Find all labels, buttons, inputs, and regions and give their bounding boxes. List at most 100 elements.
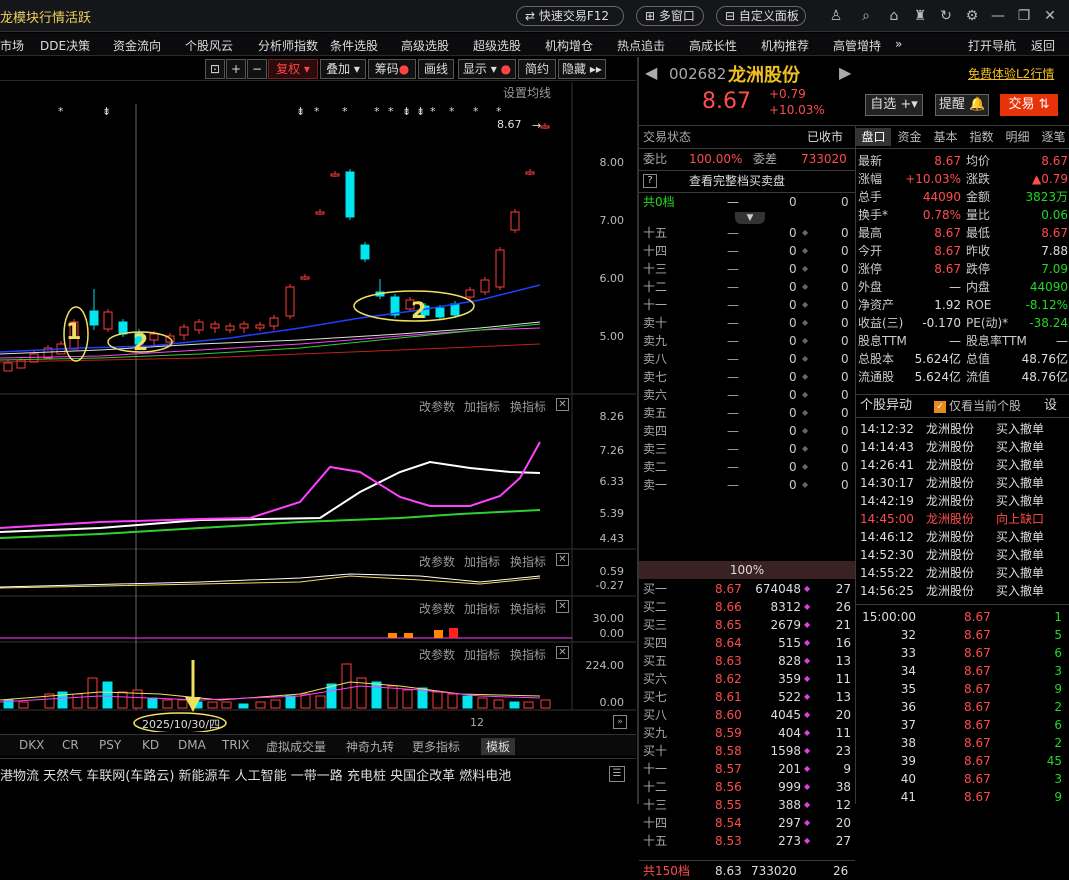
anomaly-type: 向上缺口 — [996, 512, 1045, 526]
ticker-menu-icon[interactable]: ☰ — [609, 766, 625, 782]
panel2-close-icon[interactable]: ✕ — [556, 398, 569, 411]
quote-tab[interactable]: 基本 — [928, 128, 963, 146]
user-icon[interactable]: ♙ — [826, 6, 846, 26]
panel4-add-indicator[interactable]: 加指标 — [464, 600, 500, 617]
current-only-checkbox[interactable]: ✓ — [934, 401, 946, 413]
chart-area[interactable]: * ⇟ ⇟ * * * * ⇟ ⇟ * * * * → 设置均线 8.67 8.00 7.00 6.00 … — [0, 82, 636, 732]
restore-icon[interactable]: ❐ — [1014, 6, 1034, 26]
alert-button[interactable]: 提醒 🔔 — [935, 94, 989, 116]
next-stock-icon[interactable]: ▶ — [839, 63, 851, 82]
menu-exec-add[interactable]: 高管增持 — [833, 37, 881, 54]
scroll-right-icon[interactable]: » — [613, 715, 627, 729]
quote-tab[interactable]: 逐笔 — [1036, 128, 1069, 146]
full-book-link[interactable]: 查看完整档买卖盘 — [689, 172, 785, 190]
panel2-swap-indicator[interactable]: 换指标 — [510, 398, 546, 415]
stat-label: 金额 — [966, 190, 991, 204]
panel3-swap-indicator[interactable]: 换指标 — [510, 553, 546, 570]
lock-icon[interactable]: ⊡ — [205, 59, 225, 79]
quick-trade-button[interactable]: ⇄ 快速交易F12 — [516, 6, 624, 26]
quote-tab[interactable]: 资金 — [892, 128, 927, 146]
multi-window-button[interactable]: ⊞ 多窗口 — [636, 6, 704, 26]
buy-level-dot: ◆ — [804, 782, 811, 791]
add-watchlist-button[interactable]: 自选 +▾ — [865, 94, 923, 116]
panel5-swap-indicator[interactable]: 换指标 — [510, 646, 546, 663]
tab-magic-nine[interactable]: 神奇九转 — [346, 738, 394, 755]
draw-line-button[interactable]: 画线 — [418, 59, 454, 79]
zoom-out-icon[interactable]: − — [247, 59, 267, 79]
l2-trial-link[interactable]: 免费体验L2行情 — [968, 65, 1054, 82]
minimize-icon[interactable]: — — [988, 6, 1008, 26]
settings-icon[interactable]: ⚙ — [962, 6, 982, 26]
sell-level-count: 0 — [841, 280, 849, 294]
menu-super[interactable]: 超级选股 — [473, 37, 521, 54]
panel4-edit-params[interactable]: 改参数 — [419, 600, 455, 617]
tick-volume: 9 — [1054, 682, 1062, 696]
prev-stock-icon[interactable]: ◀ — [645, 63, 657, 82]
tab-dma[interactable]: DMA — [178, 738, 206, 752]
hide-button[interactable]: 隐藏 ▸▸ — [558, 59, 606, 79]
help-icon[interactable]: ? — [643, 174, 657, 188]
simple-button[interactable]: 简约 — [518, 59, 556, 79]
tab-cr[interactable]: CR — [62, 738, 79, 752]
tab-kd[interactable]: KD — [142, 738, 159, 752]
tab-dkx[interactable]: DKX — [19, 738, 44, 752]
panel3-close-icon[interactable]: ✕ — [556, 553, 569, 566]
custom-panel-button[interactable]: ⊟ 自定义面板 — [716, 6, 806, 26]
panel5-edit-params[interactable]: 改参数 — [419, 646, 455, 663]
tab-more-indicators[interactable]: 更多指标 — [412, 738, 460, 755]
panel3-edit-params[interactable]: 改参数 — [419, 553, 455, 570]
trade-button[interactable]: 交易 ⇅ — [1000, 94, 1058, 116]
panel4-swap-indicator[interactable]: 换指标 — [510, 600, 546, 617]
menu-navigation[interactable]: 打开导航 — [968, 37, 1016, 54]
stat-value: 5.624亿 — [914, 352, 961, 366]
menu-inst-rec[interactable]: 机构推荐 — [761, 37, 809, 54]
menu-condition[interactable]: 条件选股 — [330, 37, 378, 54]
menu-inst-add[interactable]: 机构增仓 — [545, 37, 593, 54]
menu-hotspot[interactable]: 热点追击 — [617, 37, 665, 54]
anomaly-settings[interactable]: 设 — [1044, 397, 1057, 415]
tab-psy[interactable]: PSY — [99, 738, 121, 752]
restore-rights-button[interactable]: 复权 ▾ — [268, 59, 318, 79]
panel2-add-indicator[interactable]: 加指标 — [464, 398, 500, 415]
overlay-button[interactable]: 叠加 ▾ — [320, 59, 366, 79]
menu-stock-risk[interactable]: 个股风云 — [185, 37, 233, 54]
display-button[interactable]: 显示 ▾ ● — [458, 59, 516, 79]
tab-virtual-volume[interactable]: 虚拟成交量 — [266, 738, 326, 755]
quote-tab[interactable]: 盘口 — [856, 128, 891, 146]
chips-button[interactable]: 筹码● — [368, 59, 416, 79]
search-icon[interactable]: ⌕ — [856, 6, 876, 26]
panel2-edit-params[interactable]: 改参数 — [419, 398, 455, 415]
menu-market[interactable]: 市场 — [0, 37, 24, 54]
panel4-close-icon[interactable]: ✕ — [556, 600, 569, 613]
footer-count: 26 — [833, 864, 849, 878]
close-icon[interactable]: ✕ — [1040, 6, 1060, 26]
quote-tab[interactable]: 明细 — [1000, 128, 1035, 146]
panel5-add-indicator[interactable]: 加指标 — [464, 646, 500, 663]
panel5-close-icon[interactable]: ✕ — [556, 646, 569, 659]
ma-setting-link[interactable]: 设置均线 — [503, 84, 551, 101]
menu-fund-flow[interactable]: 资金流向 — [113, 37, 161, 54]
tab-trix[interactable]: TRIX — [222, 738, 249, 752]
menu-advanced[interactable]: 高级选股 — [401, 37, 449, 54]
menu-growth[interactable]: 高成长性 — [689, 37, 737, 54]
stat-label: 最高 — [858, 226, 883, 240]
menu-analyst[interactable]: 分析师指数 — [258, 37, 318, 54]
menu-more[interactable]: » — [895, 37, 902, 51]
quote-tab[interactable]: 指数 — [964, 128, 999, 146]
menu-dde[interactable]: DDE决策 — [40, 37, 90, 54]
shirt-icon[interactable]: ♜ — [910, 6, 930, 26]
sell-level-volume: 0 — [789, 478, 797, 492]
volume-bar — [477, 697, 488, 709]
menu-back[interactable]: 返回 — [1031, 37, 1055, 54]
home-icon[interactable]: ⌂ — [884, 6, 904, 26]
trade-label: 交易 — [1008, 97, 1035, 112]
menu-bar: 市场 DDE决策 资金流向 个股风云 分析师指数 条件选股 高级选股 超级选股 … — [0, 33, 1069, 56]
panel3-add-indicator[interactable]: 加指标 — [464, 553, 500, 570]
concept-ticker[interactable]: 港物流 天然气 车联网(车路云) 新能源车 人工智能 一带一路 充电桩 央国企改… — [0, 758, 636, 804]
sell-level-dot: ◆ — [802, 282, 809, 291]
collapse-icon[interactable]: ▼ — [735, 212, 765, 224]
zoom-in-icon[interactable]: + — [226, 59, 246, 79]
refresh-icon[interactable]: ↻ — [936, 6, 956, 26]
footer-total-label: 共150档 — [643, 864, 690, 878]
tab-template[interactable]: 模板 — [481, 738, 516, 755]
